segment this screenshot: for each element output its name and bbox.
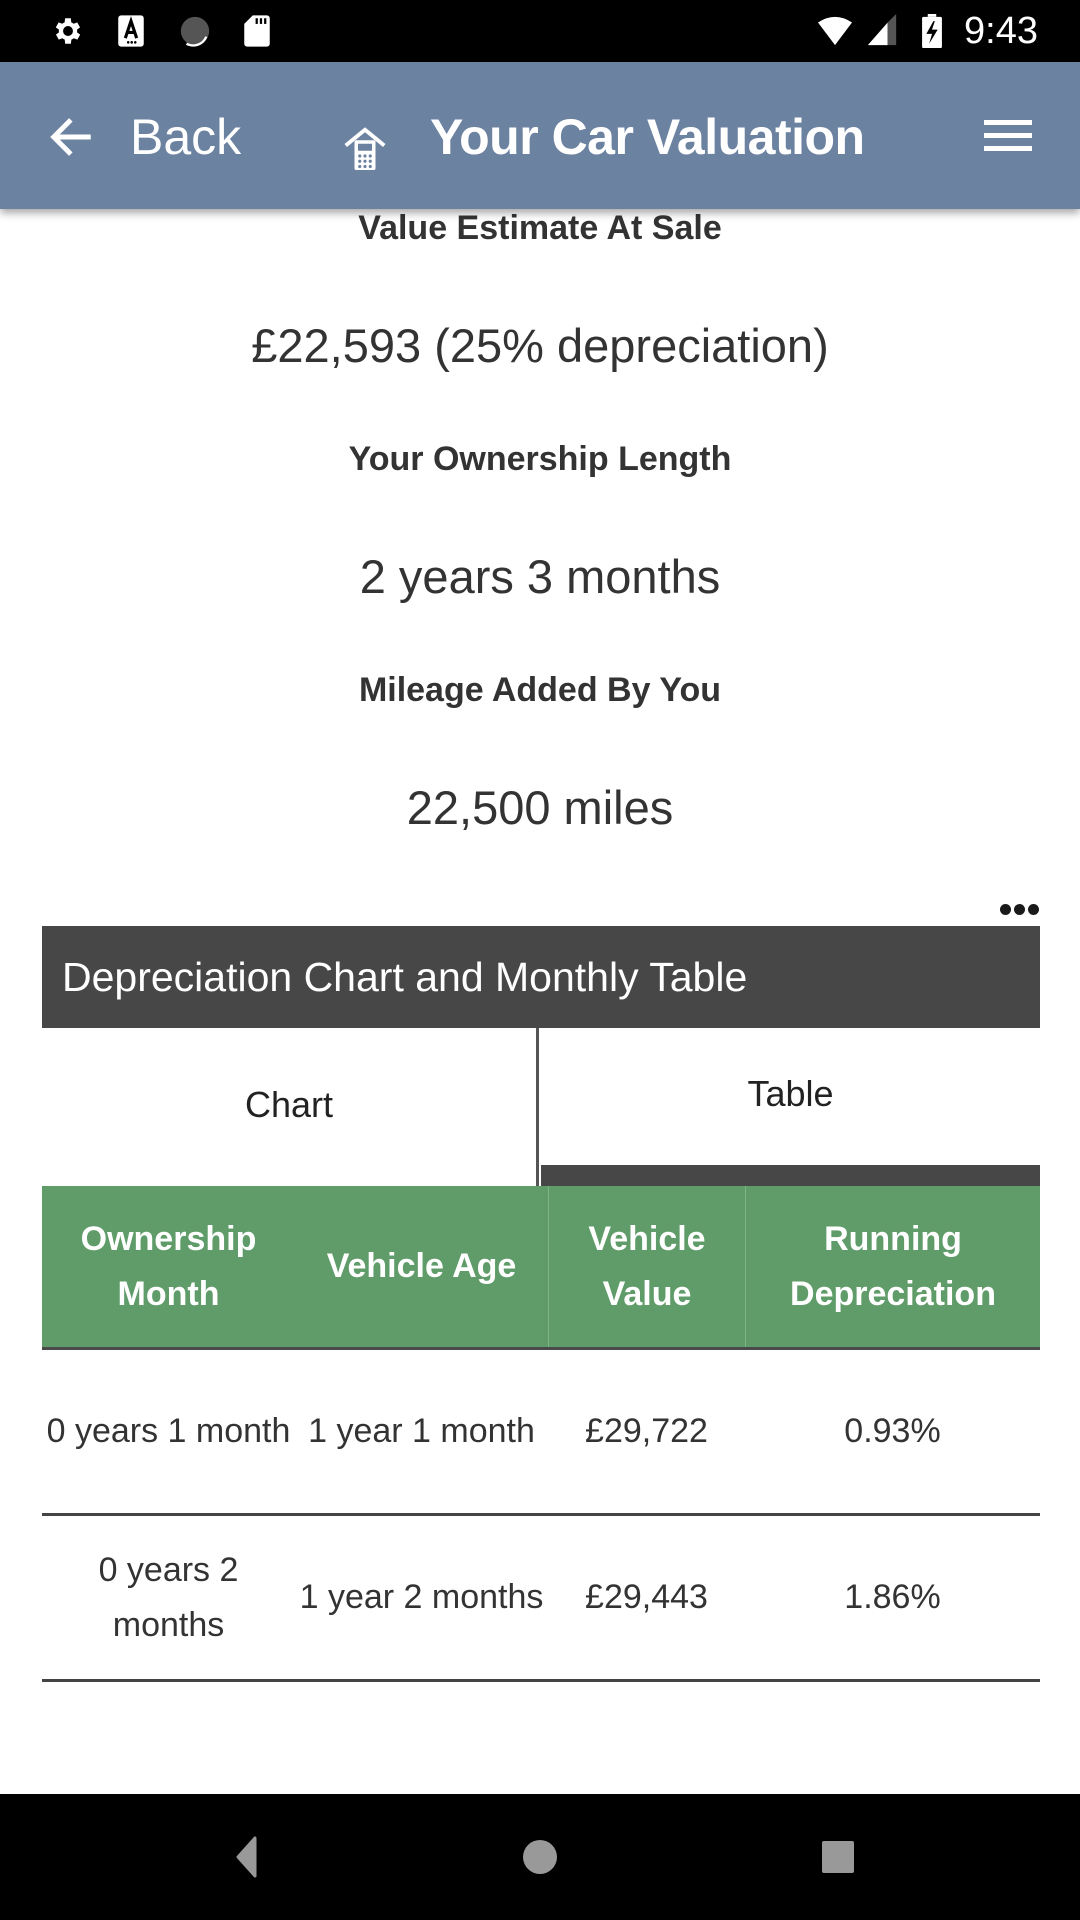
back-button[interactable]: Back (48, 102, 241, 172)
column-header-ownership-month: Ownership Month (80, 1219, 257, 1313)
mileage-added-label: Mileage Added By You (358, 671, 722, 709)
table-header-row: Ownership Month Vehicle Age Vehicle Valu… (42, 1186, 1040, 1350)
cell-signal-icon (867, 14, 897, 46)
battery-charging-icon (922, 14, 942, 48)
cell-vehicle-age: 1 year 1 month (308, 1412, 535, 1450)
gear-icon (55, 18, 81, 44)
cell-ownership-month: 0 years 1 month (46, 1412, 291, 1450)
wifi-icon (818, 16, 852, 46)
section-title: Depreciation Chart and Monthly Table (62, 954, 748, 1000)
back-label: Back (130, 109, 242, 165)
accessibility-a-icon (118, 15, 144, 47)
column-header-vehicle-value: Vehicle Value (548, 1186, 745, 1347)
more-options-button[interactable] (996, 898, 1040, 922)
cell-vehicle-value: £29,443 (585, 1578, 708, 1616)
value-estimate-label: Value Estimate At Sale (358, 209, 722, 247)
ownership-length-label: Your Ownership Length (348, 440, 732, 478)
cell-running-depreciation: 0.93% (844, 1412, 941, 1450)
cell-vehicle-value: £29,722 (585, 1412, 708, 1450)
table-row: 0 years 1 month 1 year 1 month £29,722 0… (42, 1350, 1040, 1516)
app-bar: Back Your Car Valuation (0, 62, 1080, 209)
tab-table-label: Table (747, 1073, 834, 1114)
status-time: 9:43 (964, 10, 1038, 52)
cell-running-depreciation: 1.86% (844, 1578, 941, 1616)
sd-card-icon (244, 15, 270, 47)
section-header: Depreciation Chart and Monthly Table (42, 926, 1040, 1028)
system-nav-bar (0, 1794, 1080, 1920)
tab-chart[interactable]: Chart (42, 1028, 539, 1186)
mileage-added-value: 22,500 miles (406, 781, 674, 834)
tab-chart-label: Chart (244, 1084, 334, 1125)
tab-table[interactable]: Table (541, 1028, 1040, 1186)
status-bar: 9:43 (0, 0, 1080, 62)
hamburger-menu-icon (984, 120, 1032, 125)
loading-circle-icon (180, 16, 210, 47)
cell-vehicle-age: 1 year 2 months (299, 1578, 544, 1616)
column-header-running-depreciation: Running Depreciation (745, 1186, 1040, 1347)
ownership-length-value: 2 years 3 months (359, 550, 721, 603)
back-arrow-icon (50, 118, 91, 156)
hamburger-menu-button[interactable] (976, 108, 1040, 164)
recents-square-icon[interactable] (803, 1824, 873, 1890)
table-row: 0 years 2 months 1 year 2 months £29,443… (42, 1516, 1040, 1682)
column-header-vehicle-age: Vehicle Age (326, 1247, 517, 1285)
value-estimate-value: £22,593 (25% depreciation) (251, 319, 829, 372)
back-triangle-icon[interactable] (205, 1824, 275, 1890)
depreciation-table: Ownership Month Vehicle Age Vehicle Valu… (42, 1186, 1040, 1682)
cell-ownership-month: 0 years 2 months (98, 1550, 239, 1644)
active-tab-indicator (541, 1165, 1040, 1186)
home-calculator-icon[interactable] (344, 126, 386, 172)
page-title: Your Car Valuation (430, 109, 865, 165)
home-circle-icon[interactable] (505, 1824, 575, 1890)
